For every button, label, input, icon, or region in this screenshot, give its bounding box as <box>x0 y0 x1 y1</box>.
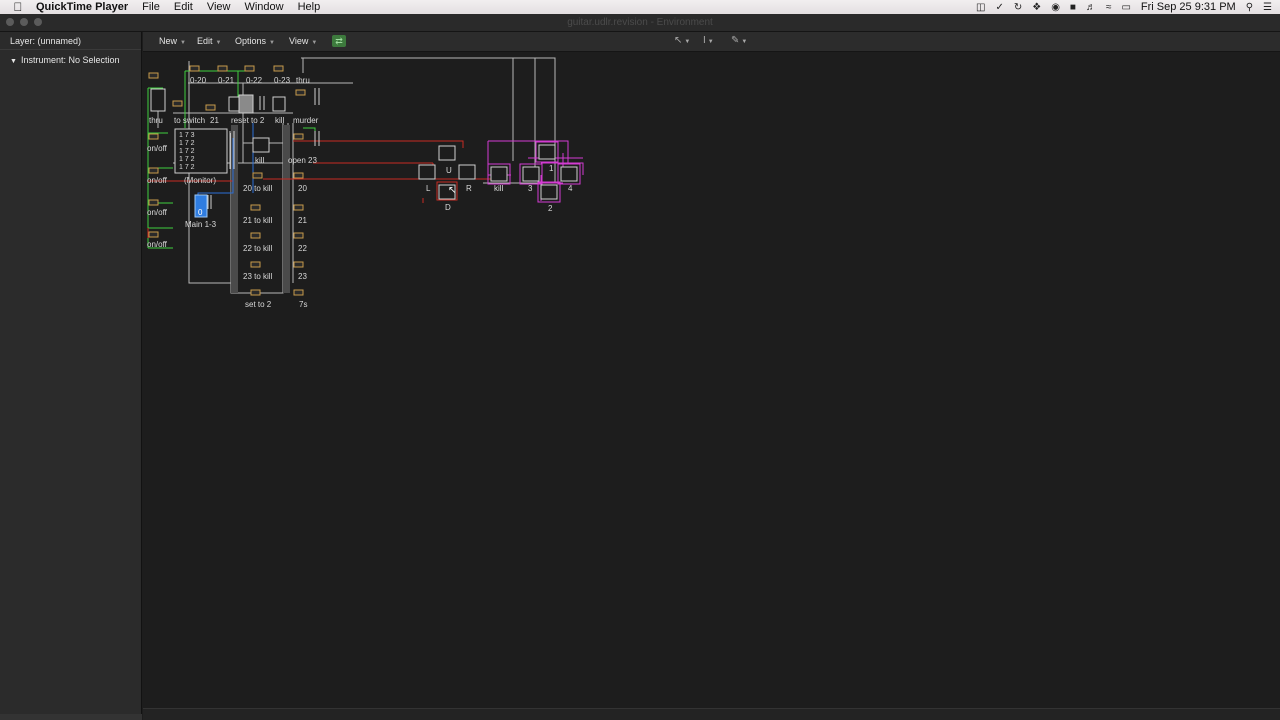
dropbox-icon[interactable]: ❖ <box>1032 2 1041 13</box>
label-21: 21 <box>210 116 219 125</box>
apple-icon[interactable]:  <box>0 0 36 14</box>
check-icon[interactable]: ✓ <box>995 2 1003 13</box>
menu-file[interactable]: File <box>142 1 160 13</box>
record-icon[interactable]: ◉ <box>1051 2 1060 13</box>
pointer-tool-icon[interactable]: ↖ ▼ <box>674 34 690 48</box>
chevron-down-icon: ▼ <box>215 40 222 46</box>
label-21b: 21 <box>298 216 307 225</box>
text-tool-icon[interactable]: I ▼ <box>703 34 714 48</box>
label-kill-mid: kill <box>255 156 265 165</box>
disclosure-triangle-icon[interactable]: ▼ <box>10 58 17 65</box>
fader-value[interactable]: 0 <box>198 208 202 217</box>
menu-help[interactable]: Help <box>298 1 321 13</box>
mirroring-icon[interactable]: ◫ <box>976 2 985 13</box>
label-20: 20 <box>298 184 307 193</box>
mouse-cursor-icon: ↖ <box>448 185 457 196</box>
window-title: guitar.udlr.revision - Environment <box>567 17 713 28</box>
label-0-23: 0-23 <box>274 76 291 85</box>
label-on-off-2: on/off <box>147 176 167 185</box>
label-reset-to-2: reset to 2 <box>231 116 265 125</box>
monitor-row: 1 7 2 <box>179 140 195 147</box>
label-set-to-2: set to 2 <box>245 300 272 309</box>
dock-strip <box>0 714 142 720</box>
chevron-down-icon: ▼ <box>269 40 275 46</box>
view-menu-label: View <box>289 36 309 46</box>
options-menu-label: Options <box>235 36 267 46</box>
menu-window[interactable]: Window <box>244 1 283 13</box>
instrument-row[interactable]: ▼ Instrument: No Selection <box>0 50 141 72</box>
monitor-row: 1 7 2 <box>179 156 195 163</box>
instrument-label: Instrument: No Selection <box>20 55 120 65</box>
battery-icon[interactable]: ▭ <box>1121 2 1130 13</box>
label-monitor: (Monitor) <box>184 176 217 185</box>
label-20-to-kill: 20 to kill <box>243 184 273 193</box>
label-22: 22 <box>298 244 307 253</box>
label-L: L <box>426 184 431 193</box>
label-kill-right: kill <box>494 184 504 193</box>
app-menu[interactable]: QuickTime Player <box>36 1 128 13</box>
label-R: R <box>466 184 472 193</box>
status-bar <box>143 708 1280 720</box>
cable-layer <box>147 57 584 296</box>
wifi-icon[interactable]: ≈ <box>1106 2 1112 13</box>
label-kill-top: kill <box>275 116 285 125</box>
edit-menu[interactable]: Edit ▼ <box>197 34 221 48</box>
label-7s: 7s <box>299 300 308 309</box>
chevron-down-icon: ▼ <box>311 40 318 46</box>
label-on-off-3: on/off <box>147 208 167 217</box>
chevron-down-icon: ▼ <box>180 40 186 46</box>
label-main-1-3: Main 1-3 <box>185 220 217 229</box>
label-0-22: 0-22 <box>246 76 263 85</box>
menu-edit[interactable]: Edit <box>174 1 193 13</box>
label-thru-to: thru <box>149 116 163 125</box>
bookmark-icon[interactable]: ■ <box>1070 2 1076 13</box>
monitor-row: 1 7 2 <box>179 164 195 171</box>
label-1: 1 <box>549 164 554 173</box>
label-0-20: 0-20 <box>190 76 207 85</box>
label-23: 23 <box>298 272 307 281</box>
list-icon[interactable]: ☰ <box>1263 2 1272 13</box>
label-4: 4 <box>568 184 573 193</box>
label-0-21: 0-21 <box>218 76 235 85</box>
window-titlebar: guitar.udlr.revision - Environment <box>0 14 1280 32</box>
view-menu[interactable]: View ▼ <box>289 34 317 48</box>
status-area: ◫ ✓ ↻ ❖ ◉ ■ ♬ ≈ ▭ Fri Sep 25 9:31 PM ⚲ ☰ <box>976 0 1272 14</box>
new-menu[interactable]: New ▼ <box>159 34 186 48</box>
chevron-down-icon: ▼ <box>684 39 691 45</box>
search-icon[interactable]: ⚲ <box>1246 2 1253 13</box>
menubar:  QuickTime Player File Edit View Window… <box>0 0 1280 14</box>
label-to-switch: to switch <box>174 116 206 125</box>
options-menu[interactable]: Options ▼ <box>235 34 275 48</box>
chevron-down-icon: ▼ <box>741 39 748 45</box>
label-3: 3 <box>528 184 533 193</box>
label-murder: murder <box>293 116 319 125</box>
label-2: 2 <box>548 204 553 213</box>
menu-view[interactable]: View <box>207 1 231 13</box>
monitor-object[interactable]: 1 7 3 1 7 2 1 7 2 1 7 2 1 7 2 <box>179 132 225 172</box>
pencil-tool-icon[interactable]: ✎ ▼ <box>731 34 747 48</box>
label-21-to-kill: 21 to kill <box>243 216 273 225</box>
new-menu-label: New <box>159 36 178 46</box>
layer-label[interactable]: Layer: (unnamed) <box>0 32 141 50</box>
sync-icon[interactable]: ↻ <box>1014 2 1022 13</box>
edit-menu-label: Edit <box>197 36 213 46</box>
monitor-row: 1 7 2 <box>179 148 195 155</box>
link-icon[interactable]: ⇄ <box>332 35 346 47</box>
monitor-row: 1 7 3 <box>179 132 195 139</box>
label-on-off-1: on/off <box>147 144 167 153</box>
environment-toolbar: New ▼ Edit ▼ Options ▼ View ▼ ⇄ ↖ ▼ I ▼ ✎ ▼ <box>143 32 1280 52</box>
label-D: D <box>445 203 451 212</box>
label-open-23: open 23 <box>288 156 317 165</box>
chevron-down-icon: ▼ <box>707 39 714 45</box>
volume-icon[interactable]: ♬ <box>1086 2 1096 13</box>
clock[interactable]: Fri Sep 25 9:31 PM <box>1141 1 1236 13</box>
environment-canvas[interactable]: 0-20 0-21 0-22 0-23 thru thru to switch … <box>143 53 1280 708</box>
label-23-to-kill: 23 to kill <box>243 272 273 281</box>
label-thru: thru <box>296 76 310 85</box>
label-U: U <box>446 166 452 175</box>
label-on-off-4: on/off <box>147 240 167 249</box>
label-22-to-kill: 22 to kill <box>243 244 273 253</box>
inspector-panel: Layer: (unnamed) ▼ Instrument: No Selecti… <box>0 32 142 720</box>
